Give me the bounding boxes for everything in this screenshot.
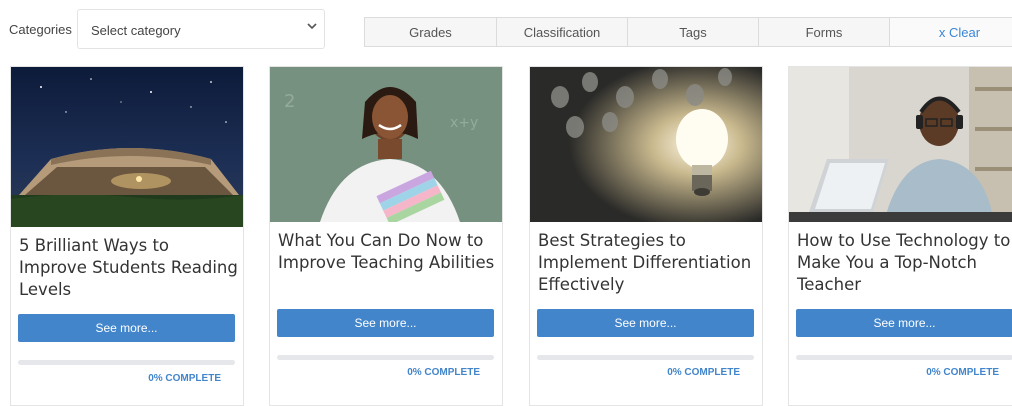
card-title: 5 Brilliant Ways to Improve Students Rea… xyxy=(19,236,238,299)
see-more-button[interactable]: See more... xyxy=(18,314,235,342)
tab-grades[interactable]: Grades xyxy=(364,17,496,47)
progress-bar xyxy=(18,360,235,365)
progress-label: 0% COMPLETE xyxy=(148,373,221,384)
card-thumbnail[interactable] xyxy=(530,67,762,222)
card-title: How to Use Technology to Make You a Top-… xyxy=(797,231,1011,294)
book-tent-night-image xyxy=(11,67,243,227)
category-select[interactable]: Select category xyxy=(77,9,325,49)
card-thumbnail[interactable] xyxy=(11,67,243,227)
progress-bar xyxy=(277,355,494,360)
course-card: 2 x+y What You Can Do Now to Improve Tea… xyxy=(269,66,503,406)
card-thumbnail[interactable] xyxy=(789,67,1012,222)
glowing-lightbulb-image xyxy=(530,67,762,222)
clear-filters-button[interactable]: x Clear xyxy=(889,17,1012,47)
see-more-button[interactable]: See more... xyxy=(277,309,494,337)
card-title: What You Can Do Now to Improve Teaching … xyxy=(278,231,495,272)
card-title: Best Strategies to Implement Differentia… xyxy=(538,231,752,294)
category-select-value: Select category xyxy=(91,23,181,38)
progress-label: 0% COMPLETE xyxy=(667,367,740,378)
progress-label: 0% COMPLETE xyxy=(926,367,999,378)
course-card: 5 Brilliant Ways to Improve Students Rea… xyxy=(10,66,244,406)
tab-classification[interactable]: Classification xyxy=(496,17,627,47)
course-card: Best Strategies to Implement Differentia… xyxy=(529,66,763,406)
course-card: How to Use Technology to Make You a Top-… xyxy=(788,66,1012,406)
tab-tags[interactable]: Tags xyxy=(627,17,758,47)
chevron-down-icon xyxy=(307,23,317,30)
svg-text:x+y: x+y xyxy=(450,115,478,131)
progress-bar xyxy=(537,355,754,360)
progress-bar xyxy=(796,355,1012,360)
filter-tabs: Grades Classification Tags Forms x Clear xyxy=(364,17,1012,47)
categories-label: Categories xyxy=(9,22,72,37)
see-more-button[interactable]: See more... xyxy=(537,309,754,337)
svg-text:2: 2 xyxy=(284,91,295,112)
progress-label: 0% COMPLETE xyxy=(407,367,480,378)
card-thumbnail[interactable]: 2 x+y xyxy=(270,67,502,222)
tab-forms[interactable]: Forms xyxy=(758,17,889,47)
see-more-button[interactable]: See more... xyxy=(796,309,1012,337)
teacher-holding-books-image: 2 x+y xyxy=(270,67,502,222)
man-with-headphones-laptop-image xyxy=(789,67,1012,222)
